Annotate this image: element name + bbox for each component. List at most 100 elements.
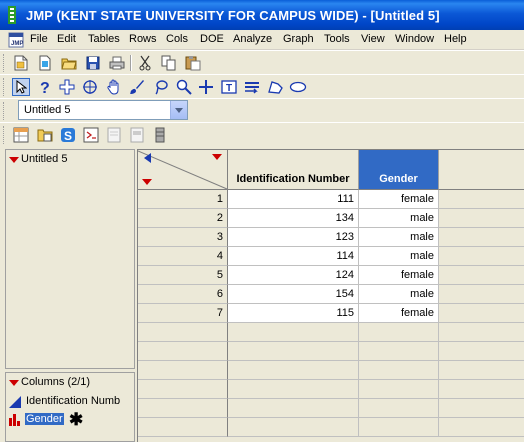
crosshair-icon[interactable] [58, 78, 76, 96]
menu-file[interactable]: File [30, 33, 48, 45]
row-number[interactable]: 5 [138, 266, 228, 285]
polygon-icon[interactable] [266, 78, 284, 96]
cell-identification-number[interactable]: 123 [228, 228, 359, 247]
arrow-cursor-icon[interactable] [12, 78, 30, 96]
cell-gender[interactable] [359, 418, 439, 437]
script-icon[interactable]: S [59, 126, 77, 144]
columns-hotspot-icon[interactable] [8, 378, 20, 388]
open-folder-icon[interactable] [60, 54, 78, 72]
toolbar-grip[interactable] [3, 78, 6, 96]
row-number[interactable] [138, 361, 228, 380]
table-row[interactable]: 4 114 male [138, 247, 524, 266]
toolbar-grip[interactable] [3, 54, 6, 72]
cell-gender[interactable]: female [359, 304, 439, 323]
cell-gender[interactable] [359, 399, 439, 418]
row-number[interactable]: 2 [138, 209, 228, 228]
menu-cols[interactable]: Cols [166, 33, 188, 45]
magnifier-icon[interactable] [175, 78, 193, 96]
menu-analyze[interactable]: Analyze [233, 33, 272, 45]
brush-icon[interactable] [128, 78, 146, 96]
column-header-identification-number[interactable]: Identification Number [228, 150, 359, 190]
cell-empty[interactable] [439, 342, 524, 361]
hand-icon[interactable] [105, 78, 123, 96]
paste-icon[interactable] [184, 54, 202, 72]
cell-gender[interactable] [359, 323, 439, 342]
help-cursor-icon[interactable]: ? [36, 78, 54, 96]
cell-gender[interactable]: male [359, 228, 439, 247]
column-list-item-selected[interactable]: Gender [25, 413, 64, 425]
table-select[interactable]: Untitled 5 [18, 100, 188, 120]
table-row[interactable]: 3 123 male [138, 228, 524, 247]
row-number[interactable] [138, 323, 228, 342]
cell-empty[interactable] [439, 418, 524, 437]
cell-gender[interactable]: male [359, 209, 439, 228]
line-annotate-icon[interactable] [243, 78, 261, 96]
column-header-gender[interactable]: Gender [359, 150, 439, 190]
table-row[interactable] [138, 342, 524, 361]
column-list-item[interactable]: Identification Numb [26, 395, 120, 407]
cell-identification-number[interactable]: 115 [228, 304, 359, 323]
save-icon[interactable] [84, 54, 102, 72]
table-row[interactable]: 5 124 female [138, 266, 524, 285]
menu-help[interactable]: Help [444, 33, 467, 45]
plus-icon[interactable] [197, 78, 215, 96]
ellipse-icon[interactable] [289, 78, 307, 96]
copy-icon[interactable] [160, 54, 178, 72]
cell-identification-number[interactable]: 114 [228, 247, 359, 266]
cell-gender[interactable]: female [359, 190, 439, 209]
row-number[interactable]: 6 [138, 285, 228, 304]
jmp-document-icon[interactable]: JMP [8, 32, 24, 48]
open-icon[interactable] [36, 54, 54, 72]
menu-graph[interactable]: Graph [283, 33, 314, 45]
chevron-down-icon[interactable] [170, 101, 187, 119]
report-icon[interactable] [128, 126, 146, 144]
cell-empty[interactable] [439, 323, 524, 342]
table-hotspot-icon[interactable] [8, 155, 20, 165]
row-number[interactable] [138, 380, 228, 399]
cell-empty[interactable] [439, 209, 524, 228]
menu-doe[interactable]: DOE [200, 33, 224, 45]
table-row[interactable]: 7 115 female [138, 304, 524, 323]
table-row[interactable] [138, 399, 524, 418]
menu-rows[interactable]: Rows [129, 33, 157, 45]
journal-icon[interactable] [82, 126, 100, 144]
cell-identification-number[interactable] [228, 418, 359, 437]
cell-empty[interactable] [439, 361, 524, 380]
cell-empty[interactable] [439, 399, 524, 418]
cell-gender[interactable]: male [359, 247, 439, 266]
cell-identification-number[interactable]: 124 [228, 266, 359, 285]
row-number[interactable]: 1 [138, 190, 228, 209]
rows-hotspot-icon[interactable] [141, 177, 153, 187]
cell-gender[interactable]: male [359, 285, 439, 304]
cell-gender[interactable] [359, 342, 439, 361]
table-row[interactable]: 2 134 male [138, 209, 524, 228]
cell-gender[interactable] [359, 361, 439, 380]
cell-identification-number[interactable] [228, 361, 359, 380]
row-number[interactable] [138, 342, 228, 361]
cell-gender[interactable] [359, 380, 439, 399]
columns-hotspot-icon[interactable] [211, 152, 223, 162]
document-icon[interactable] [105, 126, 123, 144]
column-header-empty[interactable] [439, 150, 524, 190]
cell-empty[interactable] [439, 247, 524, 266]
cell-identification-number[interactable] [228, 342, 359, 361]
cell-identification-number[interactable] [228, 399, 359, 418]
cell-empty[interactable] [439, 285, 524, 304]
table-row[interactable] [138, 418, 524, 437]
cell-identification-number[interactable]: 134 [228, 209, 359, 228]
menu-tools[interactable]: Tools [324, 33, 350, 45]
cell-identification-number[interactable]: 111 [228, 190, 359, 209]
table-row[interactable] [138, 361, 524, 380]
cell-gender[interactable]: female [359, 266, 439, 285]
menu-edit[interactable]: Edit [57, 33, 76, 45]
table-row[interactable]: 6 154 male [138, 285, 524, 304]
table-row[interactable] [138, 380, 524, 399]
toolbar-grip[interactable] [3, 102, 6, 120]
cell-empty[interactable] [439, 304, 524, 323]
open-data-icon[interactable] [36, 126, 54, 144]
text-annotate-icon[interactable]: T [220, 78, 238, 96]
cell-empty[interactable] [439, 380, 524, 399]
cell-empty[interactable] [439, 190, 524, 209]
cell-empty[interactable] [439, 266, 524, 285]
row-number[interactable]: 3 [138, 228, 228, 247]
